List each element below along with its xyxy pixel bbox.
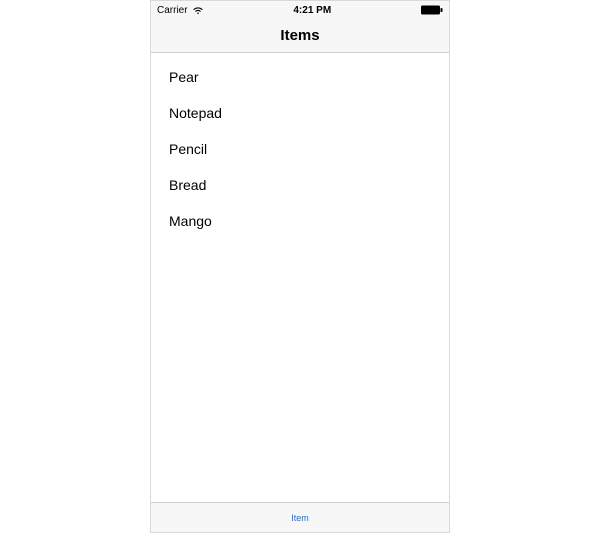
items-list: Pear Notepad Pencil Bread Mango: [151, 53, 449, 239]
list-item[interactable]: Pencil: [151, 131, 449, 167]
content-area[interactable]: Pear Notepad Pencil Bread Mango: [151, 53, 449, 502]
page-title: Items: [280, 27, 319, 44]
list-item-label: Pear: [169, 69, 199, 85]
list-item-label: Bread: [169, 177, 206, 193]
status-left: Carrier: [157, 5, 204, 16]
wifi-icon: [192, 6, 204, 15]
nav-bar: Items: [151, 19, 449, 53]
battery-icon: [421, 5, 443, 15]
list-item[interactable]: Pear: [151, 59, 449, 95]
phone-frame: Carrier 4:21 PM Items Pe: [150, 0, 450, 533]
carrier-label: Carrier: [157, 5, 188, 16]
status-time: 4:21 PM: [204, 5, 421, 16]
list-item-label: Pencil: [169, 141, 207, 157]
list-item-label: Notepad: [169, 105, 222, 121]
list-item[interactable]: Notepad: [151, 95, 449, 131]
tab-bar: Item: [151, 502, 449, 532]
status-bar: Carrier 4:21 PM: [151, 1, 449, 19]
status-right: [421, 5, 443, 15]
list-item[interactable]: Bread: [151, 167, 449, 203]
list-item-label: Mango: [169, 213, 212, 229]
tab-item[interactable]: Item: [291, 513, 309, 523]
tab-item-label: Item: [291, 513, 309, 523]
list-item[interactable]: Mango: [151, 203, 449, 239]
